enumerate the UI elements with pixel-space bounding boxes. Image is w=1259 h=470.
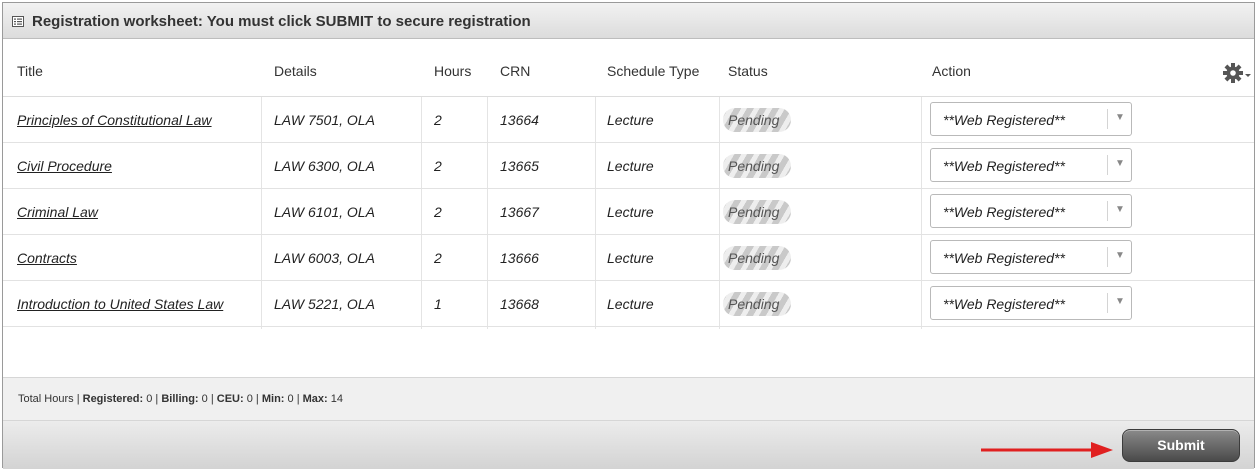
course-details: LAW 6300, OLA	[274, 158, 375, 174]
submit-button[interactable]: Submit	[1122, 429, 1240, 462]
chevron-down-icon[interactable]: ▼	[1115, 204, 1125, 215]
column-header-action[interactable]: Action	[932, 63, 971, 79]
worksheet-icon	[12, 16, 24, 27]
course-hours: 2	[434, 112, 442, 128]
course-details: LAW 5221, OLA	[274, 296, 375, 312]
course-crn: 13664	[500, 112, 539, 128]
course-schedule-type: Lecture	[607, 112, 654, 128]
table-row: Introduction to United States Law LAW 52…	[3, 281, 1254, 327]
table-row: Criminal Law LAW 6101, OLA 2 13667 Lectu…	[3, 189, 1254, 235]
billing-label: Billing:	[161, 393, 199, 405]
chevron-down-icon[interactable]: ▼	[1115, 250, 1125, 261]
course-schedule-type: Lecture	[607, 296, 654, 312]
course-hours: 2	[434, 204, 442, 220]
min-value: 0	[287, 393, 294, 405]
column-header-title[interactable]: Title	[17, 63, 43, 79]
column-header-crn[interactable]: CRN	[500, 63, 530, 79]
course-schedule-type: Lecture	[607, 158, 654, 174]
ceu-value: 0	[246, 393, 253, 405]
action-select[interactable]: **Web Registered** ▼	[930, 286, 1132, 320]
column-header-details[interactable]: Details	[274, 63, 317, 79]
table-row: Contracts LAW 6003, OLA 2 13666 Lecture …	[3, 235, 1254, 281]
status-badge: Pending	[723, 154, 791, 178]
select-divider	[1107, 293, 1108, 313]
course-hours: 2	[434, 158, 442, 174]
course-details: LAW 7501, OLA	[274, 112, 375, 128]
course-hours: 1	[434, 296, 442, 312]
action-select-value: **Web Registered**	[943, 158, 1065, 174]
chevron-down-icon[interactable]: ▼	[1115, 296, 1125, 307]
panel-titlebar: Registration worksheet: You must click S…	[3, 3, 1254, 39]
course-title-link[interactable]: Criminal Law	[17, 204, 98, 220]
course-details: LAW 6003, OLA	[274, 250, 375, 266]
course-hours: 2	[434, 250, 442, 266]
select-divider	[1107, 155, 1108, 175]
registered-value: 0	[146, 393, 153, 405]
billing-value: 0	[201, 393, 208, 405]
table-empty-area	[3, 329, 1254, 377]
select-divider	[1107, 247, 1108, 267]
registered-label: Registered:	[82, 393, 144, 405]
action-select[interactable]: **Web Registered** ▼	[930, 148, 1132, 182]
action-select[interactable]: **Web Registered** ▼	[930, 194, 1132, 228]
max-label: Max:	[302, 393, 328, 405]
status-badge: Pending	[723, 200, 791, 224]
select-divider	[1107, 201, 1108, 221]
course-crn: 13667	[500, 204, 539, 220]
min-label: Min:	[261, 393, 285, 405]
course-details: LAW 6101, OLA	[274, 204, 375, 220]
course-title-link[interactable]: Introduction to United States Law	[17, 296, 223, 312]
chevron-down-icon[interactable]: ▼	[1115, 158, 1125, 169]
totals-summary: Total Hours | Registered: 0 | Billing: 0…	[18, 393, 343, 405]
totals-label: Total Hours	[18, 393, 74, 405]
table-row: Civil Procedure LAW 6300, OLA 2 13665 Le…	[3, 143, 1254, 189]
course-title-link[interactable]: Contracts	[17, 250, 77, 266]
totals-bar: Total Hours | Registered: 0 | Billing: 0…	[3, 377, 1254, 421]
course-crn: 13665	[500, 158, 539, 174]
action-select-value: **Web Registered**	[943, 204, 1065, 220]
red-arrow-annotation-icon	[981, 442, 1113, 458]
table-row: Principles of Constitutional Law LAW 750…	[3, 97, 1254, 143]
course-crn: 13666	[500, 250, 539, 266]
action-select-value: **Web Registered**	[943, 296, 1065, 312]
column-header-schedule-type[interactable]: Schedule Type	[607, 63, 719, 79]
registration-worksheet-panel: Registration worksheet: You must click S…	[2, 2, 1255, 469]
ceu-label: CEU:	[216, 393, 244, 405]
panel-title: Registration worksheet: You must click S…	[32, 13, 531, 30]
course-crn: 13668	[500, 296, 539, 312]
gear-icon[interactable]	[1222, 61, 1252, 85]
action-select[interactable]: **Web Registered** ▼	[930, 240, 1132, 274]
course-title-link[interactable]: Civil Procedure	[17, 158, 112, 174]
status-badge: Pending	[723, 292, 791, 316]
action-select-value: **Web Registered**	[943, 112, 1065, 128]
select-divider	[1107, 109, 1108, 129]
action-select[interactable]: **Web Registered** ▼	[930, 102, 1132, 136]
column-header-status[interactable]: Status	[728, 63, 768, 79]
course-schedule-type: Lecture	[607, 204, 654, 220]
action-select-value: **Web Registered**	[943, 250, 1065, 266]
panel-footer: Submit	[3, 421, 1254, 469]
course-title-link[interactable]: Principles of Constitutional Law	[17, 112, 212, 128]
max-value: 14	[330, 393, 343, 405]
status-badge: Pending	[723, 108, 791, 132]
column-header-hours[interactable]: Hours	[434, 63, 471, 79]
chevron-down-icon[interactable]: ▼	[1115, 112, 1125, 123]
table-header: Title Details Hours CRN Schedule Type St…	[3, 39, 1254, 97]
status-badge: Pending	[723, 246, 791, 270]
course-schedule-type: Lecture	[607, 250, 654, 266]
